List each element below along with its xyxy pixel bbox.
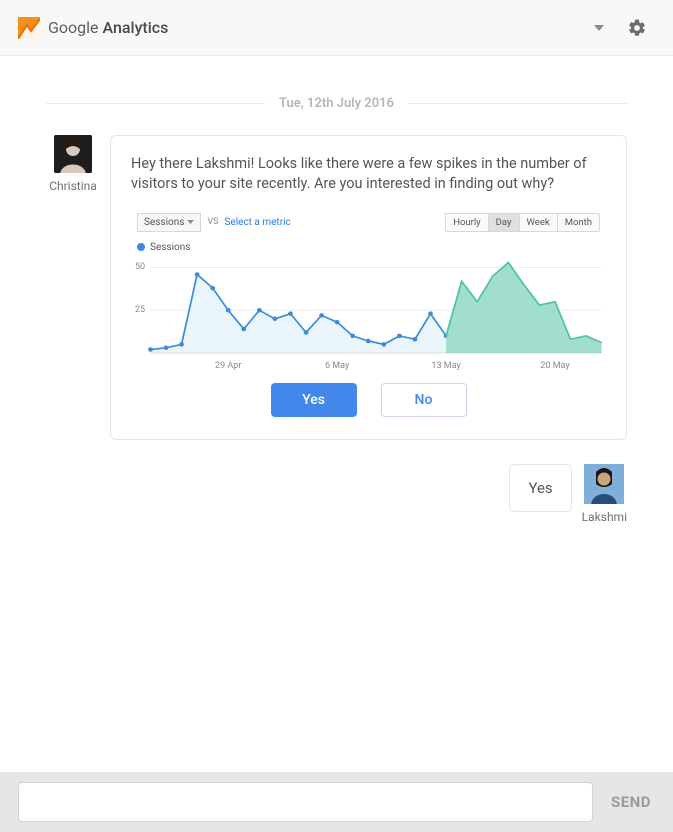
settings-button[interactable] (619, 10, 655, 46)
chart-plot-area: 255029 Apr6 May13 May20 May (131, 255, 606, 357)
chevron-down-icon (187, 220, 194, 224)
gear-icon (627, 18, 647, 38)
range-week[interactable]: Week (519, 214, 557, 231)
x-tick-label: 29 Apr (215, 361, 241, 371)
range-hourly[interactable]: Hourly (446, 214, 487, 231)
chart-toolbar: Sessions VS Select a metric Hourly Day W… (131, 213, 606, 232)
user-bubble: Yes (509, 464, 571, 512)
brand: Google Analytics (18, 17, 168, 39)
account-dropdown[interactable] (581, 10, 617, 46)
bot-message-text: Hey there Lakshmi! Looks like there were… (131, 154, 606, 195)
prompt-buttons: Yes No (131, 383, 606, 417)
y-tick-label: 50 (135, 262, 145, 272)
user-avatar-col: Lakshmi (582, 464, 627, 524)
y-tick-label: 25 (135, 305, 145, 315)
send-button[interactable]: SEND (607, 787, 655, 817)
composer-bar: SEND (0, 772, 673, 832)
range-month[interactable]: Month (557, 214, 599, 231)
message-input[interactable] (18, 782, 593, 822)
vs-label: VS (207, 217, 218, 227)
x-tick-label: 20 May (540, 361, 569, 371)
metric-selector[interactable]: Sessions (137, 213, 201, 232)
legend-dot-icon (137, 243, 145, 251)
user-name: Lakshmi (582, 510, 627, 524)
x-tick-label: 13 May (431, 361, 460, 371)
select-metric-link[interactable]: Select a metric (224, 217, 290, 228)
user-message-row: Yes Lakshmi (46, 464, 627, 524)
date-label: Tue, 12th July 2016 (265, 96, 408, 111)
date-divider: Tue, 12th July 2016 (46, 96, 627, 111)
sessions-chart-card: Sessions VS Select a metric Hourly Day W… (131, 209, 606, 361)
brand-light: Google (48, 18, 99, 37)
metric-selected-label: Sessions (144, 217, 184, 228)
user-reply-text: Yes (528, 479, 552, 497)
app-header: Google Analytics (0, 0, 673, 56)
bot-bubble: Hey there Lakshmi! Looks like there were… (110, 135, 627, 440)
legend-label: Sessions (150, 242, 190, 253)
chart-svg (131, 255, 606, 357)
ga-logo-icon (18, 17, 40, 39)
brand-bold: Analytics (102, 18, 168, 37)
bot-avatar (54, 135, 92, 173)
bot-message-row: Christina Hey there Lakshmi! Looks like … (46, 135, 627, 440)
range-day[interactable]: Day (488, 214, 519, 231)
chart-legend: Sessions (137, 242, 606, 253)
conversation-area: Tue, 12th July 2016 Christina Hey there … (0, 56, 673, 772)
bot-name: Christina (49, 179, 97, 193)
chevron-down-icon (594, 25, 604, 31)
x-tick-label: 6 May (325, 361, 349, 371)
yes-button[interactable]: Yes (271, 383, 357, 417)
brand-text: Google Analytics (48, 18, 168, 37)
bot-avatar-col: Christina (46, 135, 100, 193)
no-button[interactable]: No (381, 383, 467, 417)
user-avatar (584, 464, 624, 504)
range-group: Hourly Day Week Month (445, 213, 600, 232)
